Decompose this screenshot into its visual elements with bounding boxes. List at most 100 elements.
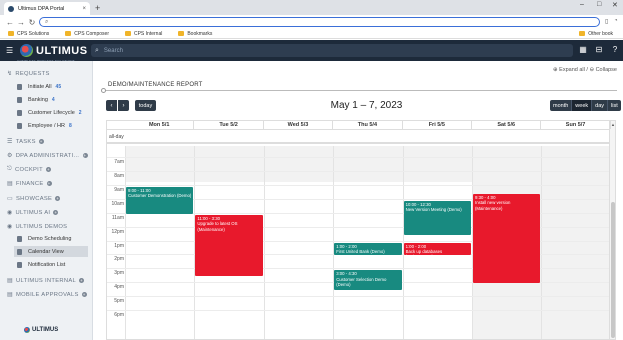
hour-label: 3pm xyxy=(114,270,124,277)
hour-label: 7am xyxy=(114,159,124,166)
scroll-up-icon[interactable]: ▲ xyxy=(611,122,615,127)
sidebar-item-demo-scheduling[interactable]: Demo Scheduling xyxy=(14,233,88,244)
main-content: ⊕ Expand all / ⊖ Collapse DEMO/MAINTENAN… xyxy=(94,61,623,340)
calendar-event[interactable]: 1:00 - 2:00Back up databases (Maintenanc… xyxy=(403,242,471,256)
view-month-button[interactable]: month xyxy=(550,100,573,111)
browser-toolbar: ← → ↻ ⌕ ▯ ◔ xyxy=(0,15,623,29)
day-header[interactable]: Tue 5/2 xyxy=(194,121,264,129)
back-icon[interactable]: ← xyxy=(6,18,14,27)
bookmark-other[interactable]: Other book xyxy=(579,31,613,37)
document-icon xyxy=(17,122,22,129)
new-tab-icon[interactable]: + xyxy=(95,3,100,13)
calendar-event[interactable]: 9:00 - 11:00 Customer Demonstration (Demo… xyxy=(126,186,194,214)
day-header[interactable]: Fri 5/5 xyxy=(403,121,472,129)
add-icon[interactable]: + xyxy=(45,167,51,172)
tab-close-icon[interactable]: × xyxy=(82,6,86,12)
reload-icon[interactable]: ↻ xyxy=(28,18,36,27)
sidebar-item-customer-lifecycle[interactable]: Customer Lifecycle 2 xyxy=(14,107,88,118)
folder-icon xyxy=(579,31,586,36)
ultimus-logo-icon xyxy=(24,327,30,333)
brand-logo[interactable]: ULTIMUS COMPLETE PROCESS SOLUTIONS xyxy=(17,44,90,63)
day-header[interactable]: Sat 5/6 xyxy=(472,121,542,129)
day-header[interactable]: Sun 5/7 xyxy=(541,121,611,129)
sidebar-item-employee-hr[interactable]: Employee / HR 8 xyxy=(14,120,88,131)
bookmark-cps-internal[interactable]: CPS Internal xyxy=(124,31,162,37)
document-icon xyxy=(17,83,22,90)
sidebar-section-ultimus-demos[interactable]: ◉ ULTIMUS DEMOS xyxy=(7,223,67,231)
time-grid[interactable]: 7am 8am 9am 10am 11am 12pm 1pm 2pm 3pm 4pm 5pm 6pm 9… xyxy=(107,146,612,339)
search-placeholder: Search xyxy=(103,47,123,54)
bookmark-bookmarks[interactable]: Bookmarks xyxy=(178,31,212,37)
apps-icon[interactable]: ▦ xyxy=(578,45,588,55)
view-day-button[interactable]: day xyxy=(592,100,609,111)
bookmark-cps-composer[interactable]: CPS Composer xyxy=(65,31,109,37)
minimize-icon[interactable]: – xyxy=(580,1,584,8)
calendar-scrollbar[interactable]: ▲ xyxy=(609,121,615,339)
hour-label: 5pm xyxy=(114,298,124,305)
calendar-event[interactable]: 1:00 - 2:00 First United Bank (Demo) xyxy=(334,242,402,256)
hour-line xyxy=(107,310,611,312)
add-icon[interactable]: + xyxy=(82,153,88,158)
event-title: Customer Demonstration (Demo) xyxy=(128,193,192,199)
hour-label: 10am xyxy=(111,200,124,207)
sidebar-section-ultimus-ai[interactable]: ◉ ULTIMUS AI + xyxy=(7,209,59,216)
calendar-event[interactable]: 11:00 - 3:30 Upgrade to latest OS (Mainte… xyxy=(195,214,263,277)
sidebar-section-showcase[interactable]: ▭ SHOWCASE + xyxy=(7,195,61,202)
sidebar-section-tasks[interactable]: ☰ TASKS + xyxy=(7,138,44,145)
sidebar-item-initiate-all[interactable]: Initiate All 45 xyxy=(14,81,88,92)
menu-icon[interactable]: ☰ xyxy=(6,46,14,55)
tasks-icon: ☰ xyxy=(7,139,13,145)
day-header[interactable]: Mon 5/1 xyxy=(125,121,195,129)
add-icon[interactable]: + xyxy=(38,139,44,144)
sidebar-section-cockpit[interactable]: ⎋ COCKPIT + xyxy=(7,166,51,173)
calendar-event[interactable]: 3:00 - 4:30 Customer Selection Demo (Demo… xyxy=(334,270,402,291)
sidebar-section-ultimus-internal[interactable]: ▤ ULTIMUS INTERNAL + xyxy=(7,277,85,284)
event-title: New Version Meeting (Demo) xyxy=(405,207,462,213)
sidebar-section-finance[interactable]: ▤ FINANCE + xyxy=(7,180,52,187)
all-day-row[interactable]: all-day xyxy=(107,129,615,144)
calendar-event[interactable]: 9:30 - 4:00 Install new version (Maintena… xyxy=(473,193,541,284)
profile-icon[interactable]: ◔ xyxy=(614,18,618,24)
cockpit-icon: ⎋ xyxy=(7,166,13,172)
sidepanel-icon[interactable]: ▯ xyxy=(605,18,608,25)
view-list-button[interactable]: list xyxy=(608,100,621,111)
demos-icon: ◉ xyxy=(7,224,13,230)
address-bar[interactable]: ⌕ xyxy=(39,17,600,27)
collapse-handle-icon[interactable] xyxy=(101,88,106,93)
add-icon[interactable]: + xyxy=(81,292,87,297)
forward-icon[interactable]: → xyxy=(17,18,25,27)
view-switcher: month week day list xyxy=(550,100,621,111)
sidebar-item-calendar-view[interactable]: Calendar View xyxy=(14,246,88,257)
calendar-event[interactable]: 10:00 - 12:30 New Version Meeting (Demo) xyxy=(403,200,471,235)
add-icon[interactable]: + xyxy=(53,210,59,215)
bookmarks-bar: CPS Solutions CPS Composer CPS Internal … xyxy=(0,29,623,39)
add-icon[interactable]: + xyxy=(79,278,85,283)
hour-label: 6pm xyxy=(114,312,124,319)
add-icon[interactable]: + xyxy=(55,196,61,201)
close-window-icon[interactable]: ✕ xyxy=(612,1,618,9)
day-header[interactable]: Wed 5/3 xyxy=(264,121,334,129)
view-week-button[interactable]: week xyxy=(572,100,593,111)
sidebar-section-requests[interactable]: ↯ REQUESTS xyxy=(7,70,50,78)
day-header[interactable]: Thu 5/4 xyxy=(333,121,403,129)
sidebar-section-dpa-admin[interactable]: ⚙ DPA ADMINISTRATI… + xyxy=(7,152,88,159)
bookmark-cps-solutions[interactable]: CPS Solutions xyxy=(8,31,49,37)
global-search-input[interactable]: ⌕ Search xyxy=(91,44,573,57)
address-search-icon: ⌕ xyxy=(45,18,49,25)
list-icon xyxy=(17,261,22,268)
maximize-icon[interactable]: □ xyxy=(597,1,601,8)
folder-icon xyxy=(65,31,72,36)
sidebar-section-mobile-approvals[interactable]: ▤ MOBILE APPROVALS + xyxy=(7,291,87,298)
browser-tab[interactable]: Ultimus DPA Portal × xyxy=(4,2,90,15)
inbox-icon[interactable]: ⊟ xyxy=(594,45,604,55)
off-hours-shade xyxy=(125,146,472,183)
add-icon[interactable]: + xyxy=(46,181,52,186)
ai-icon: ◉ xyxy=(7,210,13,216)
schedule-icon xyxy=(17,235,22,242)
sidebar-item-banking[interactable]: Banking 4 xyxy=(14,94,88,105)
scroll-thumb[interactable] xyxy=(611,202,615,338)
expand-collapse-toggle[interactable]: ⊕ Expand all / ⊖ Collapse xyxy=(553,67,617,73)
week-calendar: all-day 7am 8am 9am 10am 11am 12pm 1pm 2pm 3pm 4p… xyxy=(106,120,616,340)
sidebar-item-notification-list[interactable]: Notification List xyxy=(14,259,88,270)
help-icon[interactable]: ? xyxy=(610,45,620,55)
